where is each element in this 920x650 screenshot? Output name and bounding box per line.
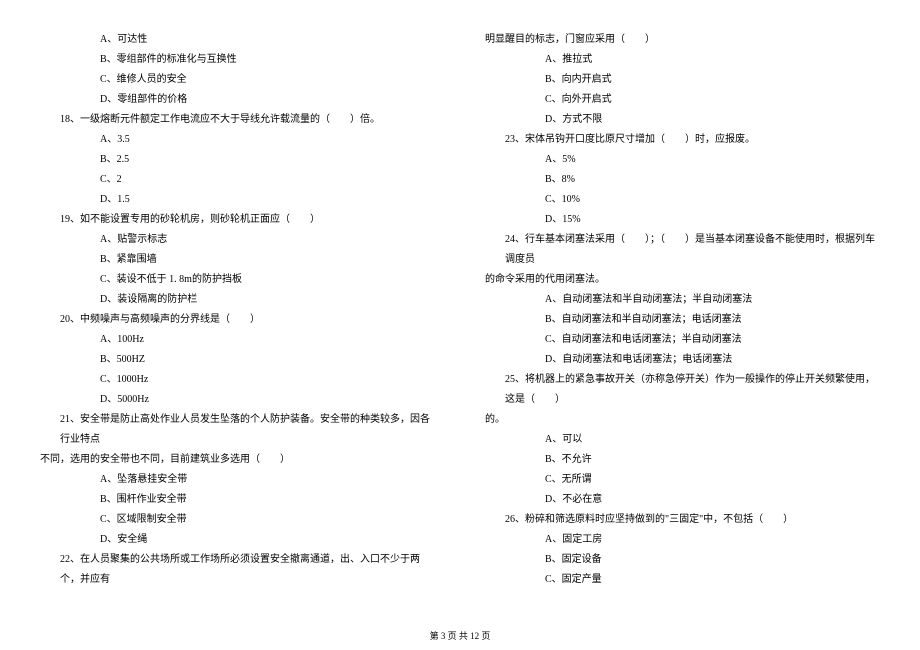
- question-text: 明显醒目的标志，门窗应采用（ ）: [485, 30, 880, 50]
- question-text: 25、将机器上的紧急事故开关（亦称急停开关）作为一般操作的停止开关频繁使用，这是…: [485, 370, 880, 410]
- option-text: B、围杆作业安全带: [40, 490, 435, 510]
- option-text: C、维修人员的安全: [40, 70, 435, 90]
- option-text: C、1000Hz: [40, 370, 435, 390]
- page-footer: 第 3 页 共 12 页: [0, 629, 920, 642]
- option-text: A、推拉式: [485, 50, 880, 70]
- question-text: 26、粉碎和筛选原料时应坚持做到的"三固定"中，不包括（ ）: [485, 510, 880, 530]
- option-text: C、固定产量: [485, 570, 880, 590]
- option-text: A、固定工房: [485, 530, 880, 550]
- option-text: A、可以: [485, 430, 880, 450]
- option-text: A、坠落悬挂安全带: [40, 470, 435, 490]
- option-text: D、5000Hz: [40, 390, 435, 410]
- option-text: B、自动闭塞法和半自动闭塞法；电话闭塞法: [485, 310, 880, 330]
- question-text: 18、一级熔断元件额定工作电流应不大于导线允许载流量的（ ）倍。: [40, 110, 435, 130]
- option-text: B、2.5: [40, 150, 435, 170]
- option-text: B、向内开启式: [485, 70, 880, 90]
- option-text: A、3.5: [40, 130, 435, 150]
- question-text: 不同，选用的安全带也不同，目前建筑业多选用（ ）: [40, 450, 435, 470]
- option-text: B、固定设备: [485, 550, 880, 570]
- option-text: C、装设不低于 1. 8m的防护挡板: [40, 270, 435, 290]
- option-text: D、不必在意: [485, 490, 880, 510]
- option-text: C、自动闭塞法和电话闭塞法；半自动闭塞法: [485, 330, 880, 350]
- option-text: C、2: [40, 170, 435, 190]
- option-text: C、向外开启式: [485, 90, 880, 110]
- document-columns: A、可达性 B、零组部件的标准化与互换性 C、维修人员的安全 D、零组部件的价格…: [40, 30, 880, 590]
- option-text: C、区域限制安全带: [40, 510, 435, 530]
- left-column: A、可达性 B、零组部件的标准化与互换性 C、维修人员的安全 D、零组部件的价格…: [40, 30, 435, 590]
- option-text: B、500HZ: [40, 350, 435, 370]
- option-text: D、方式不限: [485, 110, 880, 130]
- right-column: 明显醒目的标志，门窗应采用（ ） A、推拉式 B、向内开启式 C、向外开启式 D…: [485, 30, 880, 590]
- option-text: B、不允许: [485, 450, 880, 470]
- question-text: 19、如不能设置专用的砂轮机房，则砂轮机正面应（ ）: [40, 210, 435, 230]
- option-text: B、8%: [485, 170, 880, 190]
- question-text: 的。: [485, 410, 880, 430]
- option-text: A、5%: [485, 150, 880, 170]
- option-text: D、零组部件的价格: [40, 90, 435, 110]
- option-text: D、15%: [485, 210, 880, 230]
- question-text: 24、行车基本闭塞法采用（ ）；（ ）是当基本闭塞设备不能使用时，根据列车调度员: [485, 230, 880, 270]
- question-text: 20、中频噪声与高频噪声的分界线是（ ）: [40, 310, 435, 330]
- option-text: B、零组部件的标准化与互换性: [40, 50, 435, 70]
- option-text: D、安全绳: [40, 530, 435, 550]
- option-text: D、自动闭塞法和电话闭塞法；电话闭塞法: [485, 350, 880, 370]
- option-text: A、自动闭塞法和半自动闭塞法；半自动闭塞法: [485, 290, 880, 310]
- option-text: A、100Hz: [40, 330, 435, 350]
- question-text: 的命令采用的代用闭塞法。: [485, 270, 880, 290]
- question-text: 22、在人员聚集的公共场所或工作场所必须设置安全撤离通道，出、入口不少于两个，并…: [40, 550, 435, 590]
- option-text: D、1.5: [40, 190, 435, 210]
- option-text: B、紧靠围墙: [40, 250, 435, 270]
- option-text: C、10%: [485, 190, 880, 210]
- option-text: C、无所谓: [485, 470, 880, 490]
- question-text: 21、安全带是防止高处作业人员发生坠落的个人防护装备。安全带的种类较多，因各行业…: [40, 410, 435, 450]
- option-text: D、装设隔离的防护栏: [40, 290, 435, 310]
- option-text: A、贴警示标志: [40, 230, 435, 250]
- option-text: A、可达性: [40, 30, 435, 50]
- question-text: 23、宋体吊钩开口度比原尺寸增加（ ）时，应报废。: [485, 130, 880, 150]
